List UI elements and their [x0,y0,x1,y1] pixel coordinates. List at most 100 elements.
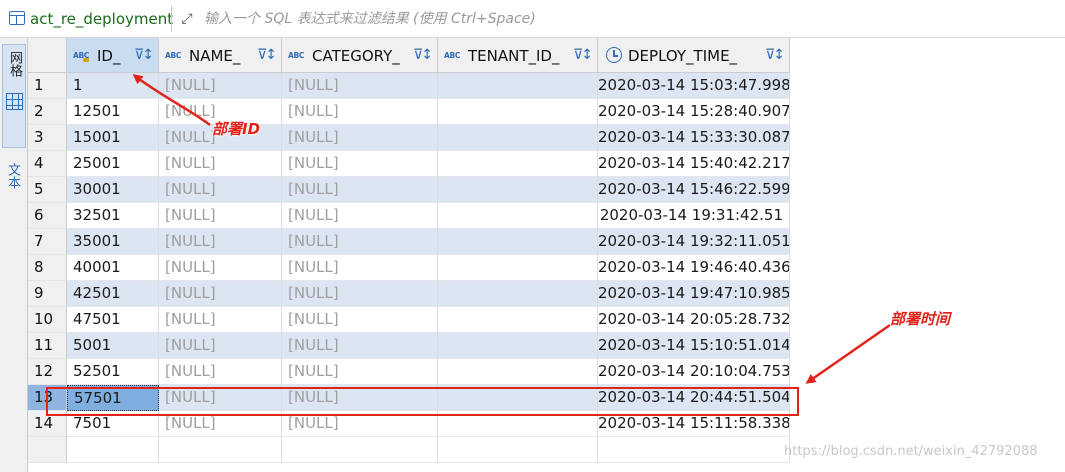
cell-deploy-time[interactable]: 2020-03-14 20:05:28.732 [598,307,790,333]
cell-name[interactable]: [NULL] [159,307,282,333]
cell-id[interactable]: 5001 [67,333,159,359]
table-row[interactable]: 3 15001 [NULL] [NULL] 2020-03-14 15:33:30.08… [28,125,790,151]
table-row[interactable]: 5 30001 [NULL] [NULL] 2020-03-14 15:46:22.59… [28,177,790,203]
row-number[interactable]: 9 [28,281,67,307]
cell-id[interactable]: 25001 [67,151,159,177]
cell-tenant[interactable] [438,203,598,229]
column-header[interactable]: ABC NAME_ ⊽↕ [159,38,282,73]
cell-id[interactable]: 40001 [67,255,159,281]
row-number[interactable]: 11 [28,333,67,359]
cell-deploy-time[interactable]: 2020-03-14 15:03:47.998 [598,73,790,99]
row-number[interactable]: 2 [28,99,67,125]
column-header[interactable]: ABC TENANT_ID_ ⊽↕ [438,38,598,73]
annotation-deploy-id: 部署ID [212,120,261,138]
cell-id[interactable]: 1 [67,73,159,99]
cell-id[interactable]: 15001 [67,125,159,151]
cell-deploy-time[interactable]: 2020-03-14 19:32:11.051 [598,229,790,255]
cell-id[interactable]: 47501 [67,307,159,333]
filter-sort-icon[interactable]: ⊽↕ [573,46,593,64]
cell-deploy-time[interactable]: 2020-03-14 19:31:42.51 [598,203,790,229]
cell-deploy-time[interactable]: 2020-03-14 15:28:40.907 [598,99,790,125]
tab-text[interactable]: 文本 [4,163,24,223]
cell-id[interactable]: 52501 [67,359,159,385]
cell-deploy-time[interactable]: 2020-03-14 20:10:04.753 [598,359,790,385]
cell-name[interactable]: [NULL] [159,333,282,359]
cell-tenant[interactable] [438,99,598,125]
table-row[interactable]: 2 12501 [NULL] [NULL] 2020-03-14 15:28:40.90… [28,99,790,125]
filter-toolbar: act_re_deployment ⤢ [0,0,1065,38]
cell-name[interactable]: [NULL] [159,359,282,385]
column-header[interactable]: ABC CATEGORY_ ⊽↕ [282,38,438,73]
cell-tenant[interactable] [438,125,598,151]
row-number[interactable]: 1 [28,73,67,99]
cell-tenant[interactable] [438,359,598,385]
filter-sort-icon[interactable]: ⊽↕ [413,46,433,64]
cell-name[interactable]: [NULL] [159,73,282,99]
row-number[interactable]: 5 [28,177,67,203]
row-number[interactable]: 4 [28,151,67,177]
cell-name[interactable]: [NULL] [159,255,282,281]
cell-category[interactable]: [NULL] [282,151,438,177]
cell-name[interactable]: [NULL] [159,229,282,255]
row-number[interactable]: 6 [28,203,67,229]
cell-category[interactable]: [NULL] [282,229,438,255]
table-row[interactable]: 12 52501 [NULL] [NULL] 2020-03-14 20:10:04.7… [28,359,790,385]
cell-tenant[interactable] [438,177,598,203]
cell-name[interactable]: [NULL] [159,281,282,307]
cell-tenant[interactable] [438,333,598,359]
table-row[interactable]: 11 5001 [NULL] [NULL] 2020-03-14 15:10:51.01… [28,333,790,359]
filter-sort-icon[interactable]: ⊽↕ [765,46,785,64]
cell-id[interactable]: 32501 [67,203,159,229]
cell-tenant[interactable] [438,255,598,281]
cell-deploy-time[interactable]: 2020-03-14 15:33:30.087 [598,125,790,151]
cell-category[interactable]: [NULL] [282,203,438,229]
tab-grid[interactable]: 网格 [2,44,26,148]
row-number[interactable]: 3 [28,125,67,151]
row-number-header[interactable] [28,38,67,73]
cell-category[interactable]: [NULL] [282,73,438,99]
cell-id[interactable]: 30001 [67,177,159,203]
cell-deploy-time[interactable]: 2020-03-14 15:40:42.217 [598,151,790,177]
cell-name[interactable]: [NULL] [159,151,282,177]
cell-tenant[interactable] [438,151,598,177]
cell-id[interactable]: 12501 [67,99,159,125]
tab-text-label: 文本 [5,163,20,189]
cell-name[interactable]: [NULL] [159,203,282,229]
cell-category[interactable]: [NULL] [282,255,438,281]
table-row[interactable]: 4 25001 [NULL] [NULL] 2020-03-14 15:40:42.21… [28,151,790,177]
cell-id[interactable]: 35001 [67,229,159,255]
filter-sort-icon[interactable]: ⊽↕ [257,46,277,64]
cell-name[interactable]: [NULL] [159,177,282,203]
cell-category[interactable]: [NULL] [282,307,438,333]
row-number[interactable]: 7 [28,229,67,255]
cell-tenant[interactable] [438,281,598,307]
column-header[interactable]: DEPLOY_TIME_ ⊽↕ [598,38,790,73]
cell-deploy-time[interactable]: 2020-03-14 19:46:40.436 [598,255,790,281]
table-row[interactable]: 1 1 [NULL] [NULL] 2020-03-14 15:03:47.998 [28,73,790,99]
row-number[interactable]: 10 [28,307,67,333]
cell-category[interactable]: [NULL] [282,125,438,151]
table-row[interactable]: 10 47501 [NULL] [NULL] 2020-03-14 20:05:28.7… [28,307,790,333]
cell-tenant[interactable] [438,307,598,333]
filter-input[interactable] [204,8,1059,30]
filter-sort-icon[interactable]: ⊽↕ [134,46,154,64]
cell-deploy-time[interactable]: 2020-03-14 15:46:22.599 [598,177,790,203]
cell-deploy-time[interactable]: 2020-03-14 15:10:51.014 [598,333,790,359]
cell-deploy-time[interactable]: 2020-03-14 19:47:10.985 [598,281,790,307]
cell-category[interactable]: [NULL] [282,177,438,203]
cell-category[interactable]: [NULL] [282,333,438,359]
table-row[interactable]: 7 35001 [NULL] [NULL] 2020-03-14 19:32:11.05… [28,229,790,255]
cell-category[interactable]: [NULL] [282,359,438,385]
cell-category[interactable]: [NULL] [282,281,438,307]
cell-tenant[interactable] [438,229,598,255]
cell-category[interactable]: [NULL] [282,99,438,125]
table-row[interactable]: 9 42501 [NULL] [NULL] 2020-03-14 19:47:10.98… [28,281,790,307]
cell-id[interactable]: 42501 [67,281,159,307]
table-row[interactable]: 8 40001 [NULL] [NULL] 2020-03-14 19:46:40.43… [28,255,790,281]
row-number[interactable]: 12 [28,359,67,385]
table-row[interactable]: 6 32501 [NULL] [NULL] 2020-03-14 19:31:42.51 [28,203,790,229]
column-header[interactable]: ABC ID_ ⊽↕ [67,38,159,73]
cell-tenant[interactable] [438,73,598,99]
expand-icon[interactable]: ⤢ [177,9,197,29]
row-number[interactable]: 8 [28,255,67,281]
